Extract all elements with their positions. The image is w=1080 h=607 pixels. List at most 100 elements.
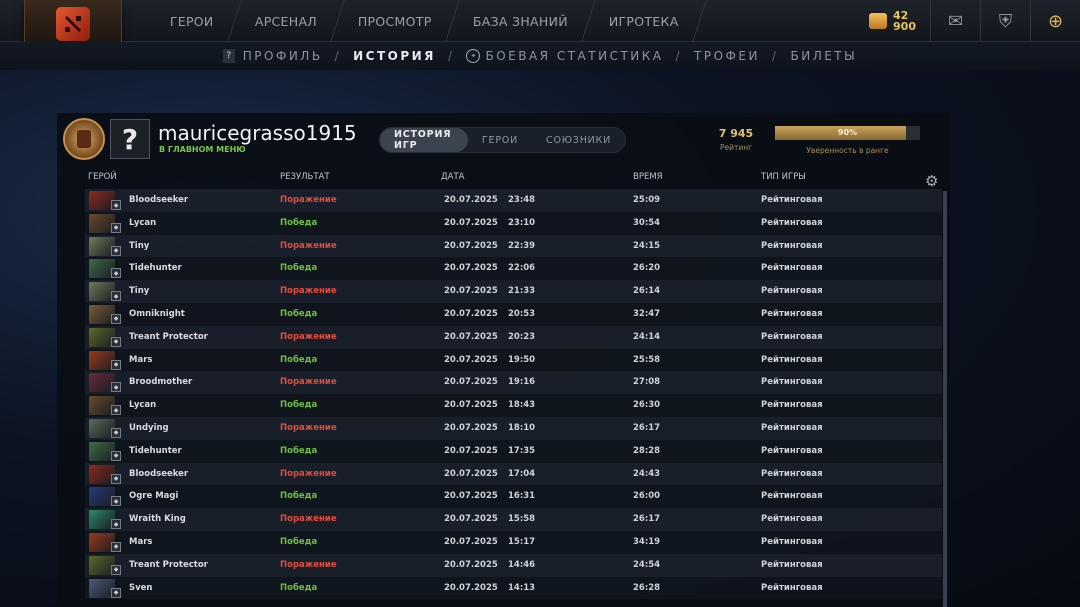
subnav-profile[interactable]: ПРОФИЛЬ [243,49,323,63]
match-result: Победа [280,263,318,274]
chat-mail-button[interactable]: ✉ [930,0,980,42]
nav-watch-label: ПРОСМОТР [357,13,432,29]
profile-subnav: ? ПРОФИЛЬ / ИСТОРИЯ / ✦ БОЕВАЯ СТАТИСТИК… [0,42,1080,70]
match-duration: 24:54 [633,559,661,570]
table-row[interactable]: ◆ Broodmother Поражение 20.07.2025 19:16 27:0… [85,371,942,395]
match-duration: 26:17 [633,422,661,433]
hero-name: Tidehunter [129,445,182,456]
match-date: 20.07.2025 [444,240,498,251]
table-row[interactable]: ◆ Tiny Поражение 20.07.2025 21:33 26:14 Рейтин… [85,280,942,303]
table-row[interactable]: ◆ Mars Победа 20.07.2025 15:17 34:19 Рейтингов… [85,530,942,554]
subnav-stats[interactable]: БОЕВАЯ СТАТИСТИКА [485,49,663,63]
table-row[interactable]: ◆ Lycan Победа 20.07.2025 23:10 30:54 Рейтинго… [85,211,942,235]
match-date: 20.07.2025 [444,514,498,525]
hero-name: Bloodseeker [129,468,189,479]
match-duration: 26:00 [633,491,661,502]
rating-value: 7 945 [718,127,754,140]
nav-arcade[interactable]: ИГРОТЕКА [581,0,707,42]
match-result: Поражение [280,331,337,342]
col-date[interactable]: ДАТА [441,172,464,182]
table-row[interactable]: ◆ Bloodseeker Поражение 20.07.2025 23:48 25:0… [85,189,942,212]
question-icon: ? [222,49,235,63]
match-result: Поражение [280,377,337,388]
rank-medal-icon[interactable] [63,118,105,160]
plus-button[interactable]: ⊕ [1030,0,1080,42]
subnav-separator: / [675,49,683,63]
confidence-bar: 90% [775,126,920,140]
match-time: 18:43 [508,400,536,411]
subnav-separator: / [447,49,455,63]
rating-label: Рейтинг [719,143,753,152]
col-duration[interactable]: ВРЕМЯ [633,172,663,182]
match-duration: 26:20 [633,263,661,274]
armory-shortcut-button[interactable]: ⛨ [980,0,1030,42]
match-duration: 28:28 [633,445,661,456]
col-hero[interactable]: ГЕРОЙ [88,172,117,182]
match-duration: 24:14 [633,331,661,342]
dota-logo-button[interactable] [24,0,122,48]
avatar[interactable]: ? [110,119,150,159]
game-type: Рейтинговая [761,514,823,525]
hero-role-icon: ◆ [111,291,121,302]
tab-heroes[interactable]: ГЕРОИ [468,128,532,152]
table-row[interactable]: ◆ Treant Protector Поражение 20.07.2025 20:2… [85,325,942,349]
shield-icon: ⛨ [998,10,1013,32]
table-row[interactable]: ◆ Omniknight Победа 20.07.2025 20:53 32:47 Рей… [85,302,942,326]
shards-display[interactable]: 42 900 [869,10,916,32]
nav-armory-label: АРСЕНАЛ [254,13,317,29]
match-date: 20.07.2025 [444,308,498,319]
rating-block: 7 945 Рейтинг [715,127,757,152]
col-game-type[interactable]: ТИП ИГРЫ [761,172,806,182]
match-date: 20.07.2025 [444,377,498,388]
subnav-separator: / [771,49,779,63]
tab-allies[interactable]: СОЮЗНИКИ [532,128,625,152]
nav-heroes[interactable]: ГЕРОИ [143,0,242,42]
match-time: 15:58 [508,514,536,525]
table-row[interactable]: ◆ Tiny Поражение 20.07.2025 22:39 24:15 Рейтин… [85,234,942,258]
game-type: Рейтинговая [761,536,823,547]
match-date: 20.07.2025 [444,400,498,411]
subnav-trophies[interactable]: ТРОФЕИ [694,49,760,63]
match-result: Поражение [280,422,337,433]
table-row[interactable]: ◆ Wraith King Поражение 20.07.2025 15:58 26:1… [85,508,942,531]
hero-role-icon: ◆ [111,541,121,552]
subnav-history[interactable]: ИСТОРИЯ [353,49,436,63]
match-date: 20.07.2025 [444,331,498,342]
table-row[interactable]: ◆ Sven Победа 20.07.2025 14:13 26:28 Рейтингов… [85,576,942,600]
table-row[interactable]: ◆ Tidehunter Победа 20.07.2025 22:06 26:20 Рей… [85,257,942,281]
game-type: Рейтинговая [761,422,823,433]
match-time: 17:04 [508,468,536,479]
match-time: 16:31 [508,491,536,502]
nav-watch[interactable]: ПРОСМОТР [331,0,460,42]
match-time: 22:39 [508,240,536,251]
table-row[interactable]: ◆ Bloodseeker Поражение 20.07.2025 17:04 24:4… [85,462,942,486]
gear-icon[interactable]: ⚙ [925,172,938,190]
game-type: Рейтинговая [761,286,823,297]
match-time: 23:48 [508,195,536,205]
match-result: Победа [280,445,318,456]
nav-armory[interactable]: АРСЕНАЛ [227,0,345,42]
online-status: В ГЛАВНОМ МЕНЮ [159,145,246,154]
hero-role-icon: ◆ [111,427,121,438]
subnav-tickets[interactable]: БИЛЕТЫ [790,49,857,63]
hero-role-icon: ◆ [111,450,121,461]
match-time: 19:50 [508,354,536,365]
hero-name: Sven [129,582,153,593]
table-row[interactable]: ◆ Tidehunter Победа 20.07.2025 17:35 28:28 Рей… [85,439,942,463]
table-row[interactable]: ◆ Ogre Magi Победа 20.07.2025 16:31 26:00 Рейт… [85,485,942,509]
table-row[interactable]: ◆ Lycan Победа 20.07.2025 18:43 26:30 Рейтинго… [85,394,942,417]
table-row[interactable]: ◆ Undying Поражение 20.07.2025 18:10 26:17 Рей… [85,416,942,440]
main-nav: ГЕРОИ АРСЕНАЛ ПРОСМОТР БАЗА ЗНАНИЙ ИГРОТ… [143,0,707,42]
hero-name: Tiny [129,240,150,251]
nav-learn[interactable]: БАЗА ЗНАНИЙ [445,0,596,42]
match-time: 20:53 [508,308,536,319]
scrollbar[interactable] [943,191,947,607]
table-row[interactable]: ◆ Treant Protector Поражение 20.07.2025 14:4… [85,553,942,577]
match-result: Поражение [280,195,337,205]
confidence-label: Уверенность в ранге [806,146,889,155]
hero-name: Ogre Magi [129,491,179,502]
table-row[interactable]: ◆ Mars Победа 20.07.2025 19:50 25:58 Рейтингов… [85,348,942,372]
match-result: Победа [280,400,318,411]
col-result[interactable]: РЕЗУЛЬТАТ [280,172,330,182]
tab-match-history[interactable]: ИСТОРИЯ ИГР [380,128,468,152]
